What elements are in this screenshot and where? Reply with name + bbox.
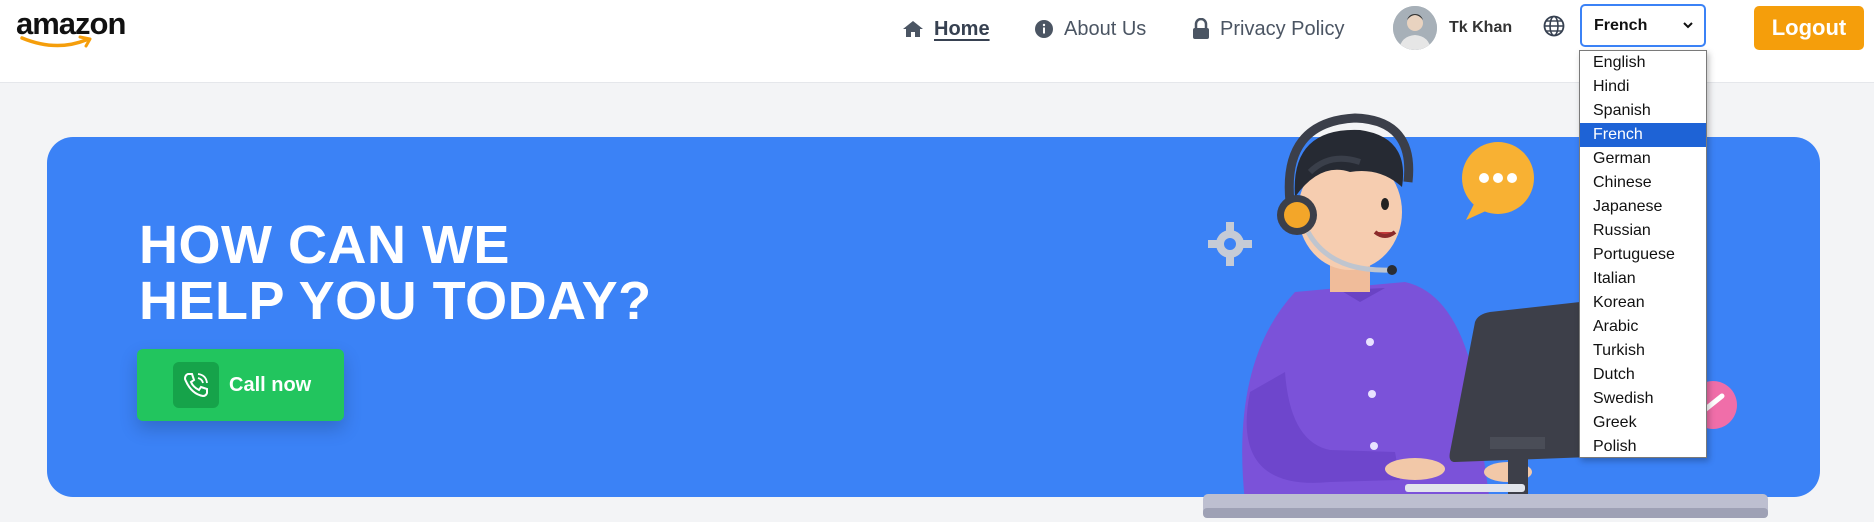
avatar (1393, 6, 1437, 50)
home-icon (903, 21, 923, 37)
language-option-korean[interactable]: Korean (1580, 291, 1706, 315)
smile-arrow-icon (20, 35, 92, 48)
language-option-spanish[interactable]: Spanish (1580, 99, 1706, 123)
language-option-italian[interactable]: Italian (1580, 267, 1706, 291)
nav-privacy[interactable]: Privacy Policy (1192, 14, 1344, 44)
language-option-hindi[interactable]: Hindi (1580, 75, 1706, 99)
call-now-label: Call now (229, 373, 312, 396)
language-option-english[interactable]: English (1580, 51, 1706, 75)
language-option-japanese[interactable]: Japanese (1580, 195, 1706, 219)
hero-title-line1: HOW CAN WE (139, 215, 510, 275)
lock-icon (1193, 18, 1209, 39)
nav-home-label: Home (934, 17, 990, 40)
hero-title: HOW CAN WE HELP YOU TODAY? (139, 217, 652, 329)
language-option-chinese[interactable]: Chinese (1580, 171, 1706, 195)
language-select[interactable]: French (1580, 4, 1706, 47)
language-option-greek[interactable]: Greek (1580, 411, 1706, 435)
gear-icon (1208, 222, 1252, 266)
language-option-russian[interactable]: Russian (1580, 219, 1706, 243)
nav-about-label: About Us (1064, 17, 1147, 40)
globe-icon (1543, 15, 1565, 37)
nav-privacy-label: Privacy Policy (1220, 17, 1345, 40)
chat-bubble-icon (1462, 142, 1534, 220)
info-icon (1035, 20, 1053, 38)
nav-home[interactable]: Home (902, 14, 990, 44)
hero-title-line2: HELP YOU TODAY? (139, 271, 652, 331)
language-option-turkish[interactable]: Turkish (1580, 339, 1706, 363)
language-option-portuguese[interactable]: Portuguese (1580, 243, 1706, 267)
language-option-german[interactable]: German (1580, 147, 1706, 171)
language-dropdown[interactable]: English Hindi Spanish French German Chinese Ja… (1579, 50, 1707, 458)
language-selected-value: French (1594, 16, 1648, 34)
logout-button[interactable]: Logout (1754, 6, 1864, 50)
amazon-logo[interactable]: amazon (16, 6, 126, 48)
language-option-french[interactable]: French (1580, 123, 1706, 147)
user-name: Tk Khan (1449, 19, 1513, 36)
language-option-swedish[interactable]: Swedish (1580, 387, 1706, 411)
language-option-polish[interactable]: Polish (1580, 435, 1706, 459)
language-option-arabic[interactable]: Arabic (1580, 315, 1706, 339)
nav-about[interactable]: About Us (1034, 14, 1146, 44)
language-option-dutch[interactable]: Dutch (1580, 363, 1706, 387)
user-profile[interactable]: Tk Khan (1393, 6, 1512, 50)
call-now-button[interactable]: Call now (137, 349, 344, 421)
phone-icon (173, 362, 219, 408)
chevron-down-icon (1683, 22, 1693, 29)
